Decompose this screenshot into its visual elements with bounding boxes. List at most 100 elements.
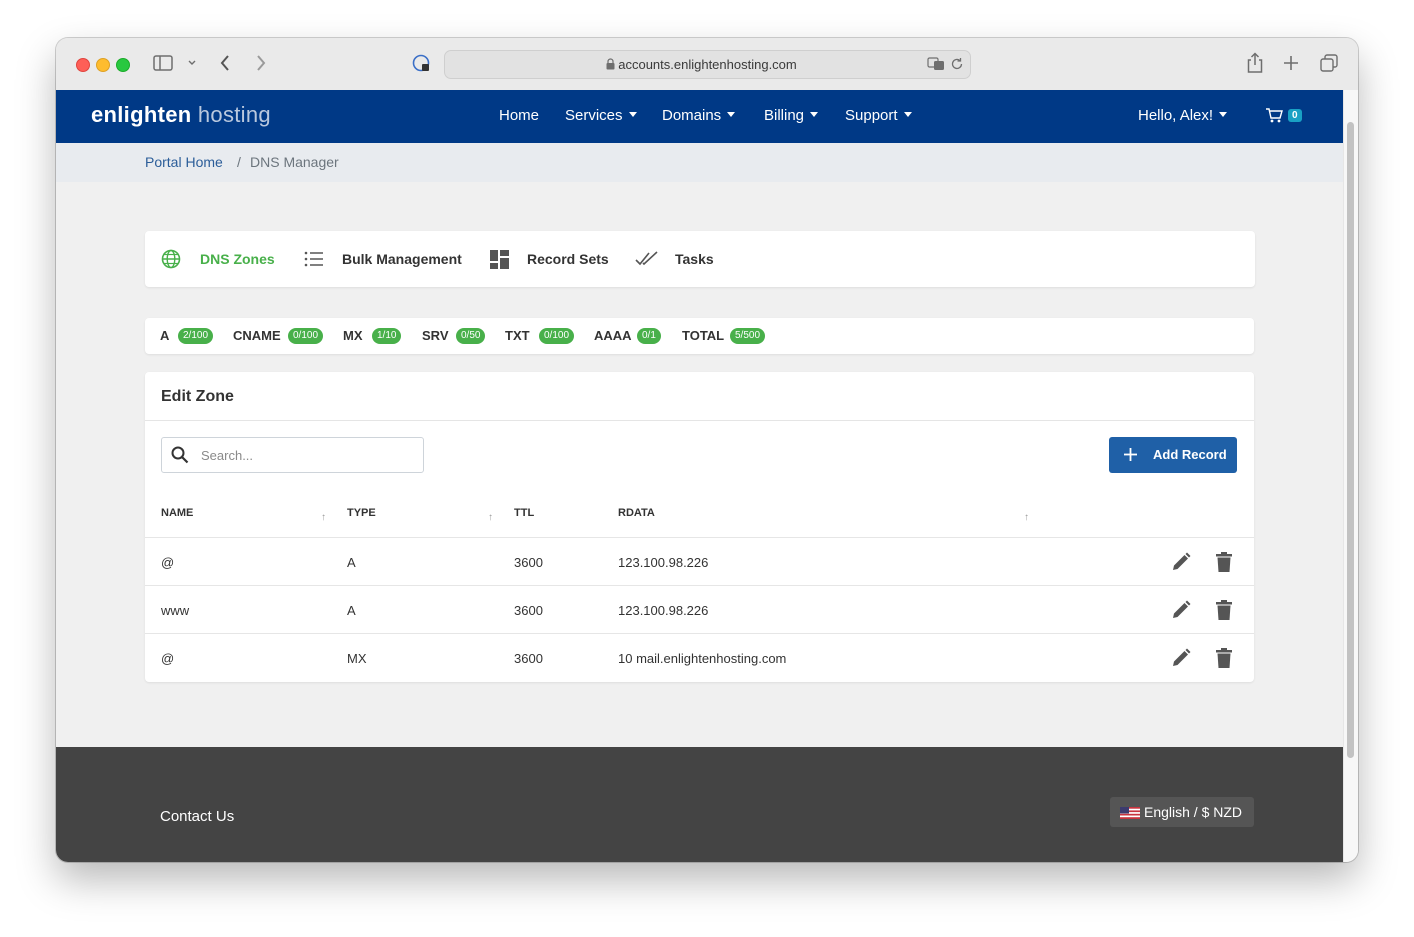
caret-down-icon (903, 112, 912, 117)
new-tab-icon[interactable] (1283, 55, 1299, 71)
address-bar[interactable]: accounts.enlightenhosting.com (444, 50, 971, 79)
column-header-rdata[interactable]: RDATA (618, 507, 655, 519)
panel-title: Edit Zone (161, 388, 234, 405)
share-icon[interactable] (1246, 52, 1264, 74)
search-placeholder: Search... (201, 448, 254, 463)
caret-down-icon (628, 112, 637, 117)
scrollbar-thumb[interactable] (1347, 122, 1354, 758)
record-rdata: 123.100.98.226 (618, 555, 709, 570)
nav-domains-label: Domains (662, 107, 722, 124)
nav-services[interactable]: Services (565, 107, 637, 124)
record-type: A (347, 603, 356, 618)
nav-billing[interactable]: Billing (764, 107, 819, 124)
divider (145, 420, 1254, 421)
url-text: accounts.enlightenhosting.com (618, 57, 797, 72)
tab-overview-icon[interactable] (1320, 54, 1338, 72)
contact-us-link[interactable]: Contact Us (160, 808, 234, 825)
column-header-name[interactable]: NAME (161, 507, 193, 519)
quota-badge-mx: 1/10 (372, 328, 402, 344)
brand-logo[interactable]: enlighten hosting (91, 102, 271, 128)
breadcrumb-current: DNS Manager (250, 154, 339, 170)
quota-label-aaaa: AAAA (594, 328, 632, 343)
brand-name-light: hosting (191, 102, 271, 127)
user-menu[interactable]: Hello, Alex! (1138, 107, 1228, 124)
add-record-label: Add Record (1153, 447, 1227, 462)
record-ttl: 3600 (514, 651, 543, 666)
language-currency-label: English / $ NZD (1144, 804, 1243, 820)
chevron-down-icon[interactable] (187, 59, 197, 67)
edit-pencil-icon[interactable] (1171, 600, 1191, 620)
search-input[interactable]: Search... (161, 437, 424, 473)
tab-record-sets[interactable]: Record Sets (527, 251, 609, 267)
minimize-window-button[interactable] (96, 58, 110, 72)
quota-label-mx: MX (343, 328, 363, 343)
password-manager-icon[interactable] (412, 54, 432, 74)
edit-pencil-icon[interactable] (1171, 648, 1191, 668)
table-row: www A 3600 123.100.98.226 (145, 585, 1254, 634)
sidebar-toggle-icon[interactable] (153, 55, 173, 71)
record-type: A (347, 555, 356, 570)
record-name: @ (161, 651, 175, 666)
quota-badge-aaaa: 0/1 (637, 328, 661, 344)
grid-icon (490, 250, 509, 269)
breadcrumb: Portal Home / DNS Manager (56, 143, 1343, 182)
tab-dns-zones[interactable]: DNS Zones (200, 251, 275, 267)
quota-badge-txt: 0/100 (539, 328, 575, 344)
sort-arrow-icon[interactable]: ↑ (1024, 512, 1029, 523)
quota-badge-cname: 0/100 (288, 328, 324, 344)
table-row: @ A 3600 123.100.98.226 (145, 537, 1254, 586)
cart-count-badge[interactable]: 0 (1288, 109, 1302, 122)
quota-badge-total: 5/500 (730, 328, 766, 344)
maximize-window-button[interactable] (116, 58, 130, 72)
record-quota-bar: A 2/100 CNAME 0/100 MX 1/10 SRV 0/50 TXT… (145, 318, 1254, 354)
edit-zone-panel: Edit Zone Search... Add Record NAME ↑ TY… (145, 372, 1254, 682)
quota-badge-srv: 0/50 (456, 328, 486, 344)
sort-arrow-icon[interactable]: ↑ (488, 512, 493, 523)
record-name: www (161, 603, 190, 618)
nav-support-label: Support (845, 107, 898, 124)
edit-pencil-icon[interactable] (1171, 552, 1191, 572)
nav-home[interactable]: Home (499, 107, 539, 124)
breadcrumb-home-link[interactable]: Portal Home (145, 154, 223, 170)
us-flag-icon (1120, 807, 1140, 819)
reload-icon[interactable] (950, 57, 964, 71)
translate-icon[interactable] (927, 57, 945, 71)
nav-home-label: Home (499, 107, 540, 124)
record-name: @ (161, 555, 175, 570)
record-ttl: 3600 (514, 555, 543, 570)
dns-tabs: DNS Zones Bulk Management Record Sets Ta… (145, 231, 1255, 287)
quota-label-total: TOTAL (682, 328, 725, 343)
language-currency-button[interactable]: English / $ NZD (1110, 797, 1254, 827)
close-window-button[interactable] (76, 58, 90, 72)
page-footer: Contact Us English / $ NZD (56, 747, 1343, 862)
brand-name-bold: enlighten (91, 102, 192, 127)
record-type: MX (347, 651, 367, 666)
forward-arrow-icon[interactable] (255, 54, 267, 72)
trash-icon[interactable] (1216, 600, 1232, 620)
caret-down-icon (1219, 112, 1228, 117)
sort-arrow-icon[interactable]: ↑ (321, 512, 326, 523)
quota-label-a: A (160, 328, 170, 343)
tab-tasks[interactable]: Tasks (675, 251, 714, 267)
nav-domains[interactable]: Domains (662, 107, 736, 124)
quota-label-srv: SRV (422, 328, 449, 343)
tab-bulk-management[interactable]: Bulk Management (342, 251, 462, 267)
column-header-type[interactable]: TYPE (347, 507, 376, 519)
caret-down-icon (810, 112, 819, 117)
table-row: @ MX 3600 10 mail.enlightenhosting.com (145, 633, 1254, 682)
back-arrow-icon[interactable] (219, 54, 231, 72)
cart-icon[interactable] (1265, 107, 1283, 124)
nav-billing-label: Billing (764, 107, 805, 124)
add-record-button[interactable]: Add Record (1109, 437, 1237, 473)
trash-icon[interactable] (1216, 648, 1232, 668)
record-ttl: 3600 (514, 603, 543, 618)
plus-icon (1124, 448, 1137, 461)
breadcrumb-separator: / (237, 154, 241, 170)
column-header-ttl[interactable]: TTL (514, 507, 534, 519)
globe-icon (161, 249, 181, 269)
nav-support[interactable]: Support (845, 107, 912, 124)
record-rdata: 123.100.98.226 (618, 603, 709, 618)
search-icon (171, 446, 189, 464)
trash-icon[interactable] (1216, 552, 1232, 572)
user-greeting: Hello, Alex! (1138, 107, 1214, 124)
